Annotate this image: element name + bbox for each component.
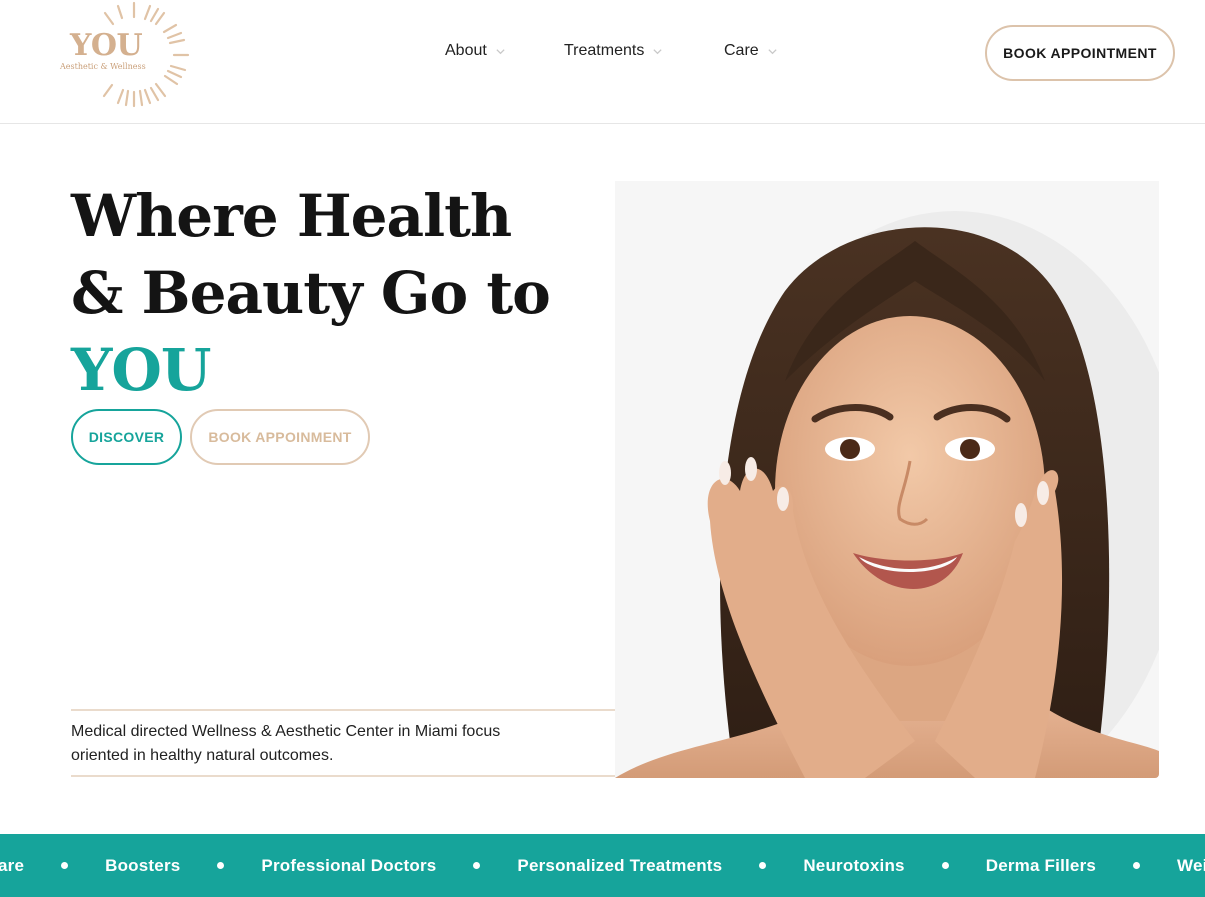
logo-tagline: Aesthetic & Wellness	[60, 62, 146, 71]
divider	[71, 775, 615, 777]
hero-title-accent: YOU	[71, 336, 212, 404]
brand-logo[interactable]: YOU Aesthetic & Wellness	[58, 0, 194, 110]
bullet-dot-icon	[473, 862, 481, 869]
ticker-track: are Boosters Professional Doctors Person…	[0, 834, 1205, 897]
nav-item-treatments[interactable]: Treatments	[564, 42, 663, 60]
ticker-item[interactable]: Derma Fillers	[986, 856, 1096, 876]
hero-title: Where Health & Beauty Go to YOU	[71, 178, 551, 409]
portrait-illustration	[615, 181, 1159, 778]
nav-item-label: Care	[724, 42, 759, 59]
bullet-dot-icon	[759, 862, 767, 869]
hero-portrait-image	[615, 181, 1159, 778]
book-appointment-hero-button[interactable]: BOOK APPOINMENT	[190, 409, 370, 465]
hero-title-line-1: Where Health	[71, 182, 512, 250]
discover-button[interactable]: DISCOVER	[71, 409, 182, 465]
nav-item-label: Treatments	[564, 42, 645, 59]
bullet-dot-icon	[61, 862, 69, 869]
bullet-dot-icon	[217, 862, 225, 869]
ticker-item[interactable]: Weight	[1177, 856, 1205, 876]
ticker-item[interactable]: Neurotoxins	[803, 856, 904, 876]
nav-item-about[interactable]: About	[445, 42, 506, 60]
services-ticker: are Boosters Professional Doctors Person…	[0, 834, 1205, 897]
logo-wordmark: YOU	[70, 28, 143, 63]
hero-title-line-2: & Beauty Go to	[71, 259, 551, 327]
ticker-item[interactable]: are	[0, 856, 24, 876]
nav-item-label: About	[445, 42, 487, 59]
book-appointment-button[interactable]: BOOK APPOINTMENT	[985, 25, 1175, 81]
chevron-down-icon	[653, 48, 662, 54]
chevron-down-icon	[768, 48, 777, 54]
bullet-dot-icon	[941, 862, 949, 869]
ticker-item[interactable]: Professional Doctors	[261, 856, 436, 876]
divider	[71, 709, 615, 711]
site-header: YOU Aesthetic & Wellness About Treatment…	[0, 0, 1205, 124]
bullet-dot-icon	[1133, 862, 1141, 869]
ticker-item[interactable]: Personalized Treatments	[517, 856, 722, 876]
ticker-item[interactable]: Boosters	[105, 856, 180, 876]
hero-description: Medical directed Wellness & Aesthetic Ce…	[71, 723, 501, 764]
nav-item-care[interactable]: Care	[724, 42, 778, 60]
chevron-down-icon	[496, 48, 505, 54]
